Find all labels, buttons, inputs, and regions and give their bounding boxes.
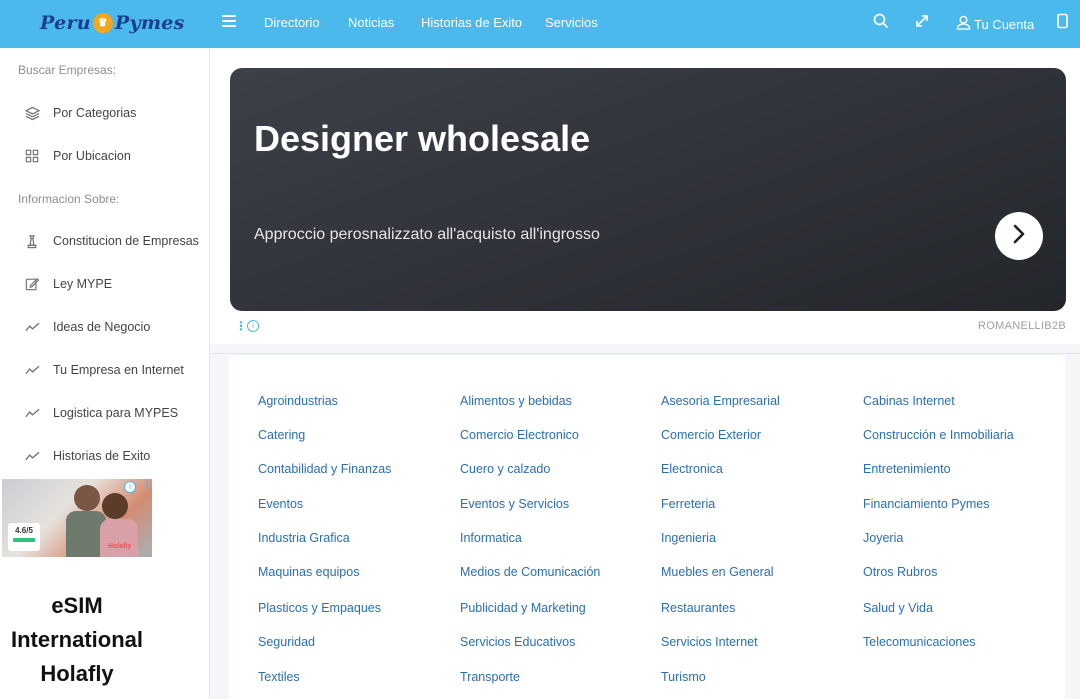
- category-link[interactable]: Informatica: [460, 531, 522, 545]
- account-label: Tu Cuenta: [974, 16, 1035, 32]
- sidebar-item-label: Constitucion de Empresas: [53, 234, 199, 248]
- ad-headline: eSIM International Holafly: [10, 593, 143, 686]
- banner-title: Designer wholesale: [254, 118, 591, 159]
- category-link[interactable]: Agroindustrias: [258, 394, 338, 408]
- sidebar-item-ideas-de-negocio[interactable]: Ideas de Negocio: [24, 317, 150, 337]
- crown-icon: ♛: [92, 13, 113, 33]
- panel-icon[interactable]: [1056, 13, 1074, 31]
- ad-options-icon[interactable]: ⋮: [142, 480, 152, 492]
- category-link[interactable]: Restaurantes: [661, 601, 735, 615]
- edit-icon: [24, 276, 40, 292]
- sidebar-item-label: Por Categorias: [53, 106, 137, 120]
- category-link[interactable]: Catering: [258, 428, 305, 442]
- category-link[interactable]: Alimentos y bebidas: [460, 394, 572, 408]
- category-link[interactable]: Otros Rubros: [863, 565, 937, 579]
- category-link[interactable]: Industria Grafica: [258, 531, 350, 545]
- chevron-right-icon: [1012, 224, 1026, 249]
- logo-text-left: Peru: [40, 12, 91, 34]
- category-link[interactable]: Entretenimiento: [863, 462, 951, 476]
- sidebar-item-label: Ideas de Negocio: [53, 320, 151, 334]
- sidebar-item-label: Ley MYPE: [53, 277, 113, 291]
- sidebar-item-ley-mype[interactable]: Ley MYPE: [24, 274, 112, 294]
- category-link[interactable]: Construcción e Inmobiliaria: [863, 428, 1014, 442]
- category-link[interactable]: Contabilidad y Finanzas: [258, 462, 391, 476]
- sidebar-heading-search: Buscar Empresas:: [18, 63, 117, 77]
- category-link[interactable]: Cabinas Internet: [863, 394, 955, 408]
- expand-icon[interactable]: [914, 13, 932, 31]
- rating-badge: 4.6/5: [8, 523, 40, 551]
- sidebar-item-logistica[interactable]: Logistica para MYPES: [24, 403, 178, 423]
- logo-text-right: Pymes: [114, 12, 185, 34]
- nav-historias-de-exito[interactable]: Historias de Exito: [421, 15, 522, 30]
- sidebar-ad[interactable]: 4.6/5 Holafly i ⋮ eSIM International Hol…: [2, 479, 152, 699]
- chess-icon: [24, 233, 40, 249]
- banner-ad-container: Designer wholesale Approccio perosnalizz…: [210, 48, 1080, 344]
- category-link[interactable]: Ferreteria: [661, 497, 715, 511]
- category-link[interactable]: Financiamiento Pymes: [863, 497, 989, 511]
- top-navbar: Peru ♛ Pymes Directorio Noticias Histori…: [0, 0, 1080, 48]
- category-link[interactable]: Telecomunicaciones: [863, 635, 976, 649]
- search-icon[interactable]: [873, 13, 891, 31]
- trend-icon: [24, 362, 40, 378]
- category-link[interactable]: Eventos: [258, 497, 303, 511]
- sidebar-heading-info: Informacion Sobre:: [18, 192, 120, 206]
- category-link[interactable]: Joyeria: [863, 531, 903, 545]
- sidebar-item-constitucion[interactable]: Constitucion de Empresas: [24, 231, 199, 251]
- sidebar-item-por-categorias[interactable]: Por Categorias: [24, 103, 136, 123]
- category-link[interactable]: Servicios Internet: [661, 635, 758, 649]
- category-link[interactable]: Ingenieria: [661, 531, 716, 545]
- ad-info-icon[interactable]: i: [247, 320, 259, 332]
- nav-servicios[interactable]: Servicios: [545, 15, 598, 30]
- sidebar-item-tu-empresa-en-internet[interactable]: Tu Empresa en Internet: [24, 360, 184, 380]
- layers-icon: [24, 105, 40, 121]
- category-link[interactable]: Servicios Educativos: [460, 635, 575, 649]
- grid-icon: [24, 148, 40, 164]
- category-link[interactable]: Medios de Comunicación: [460, 565, 600, 579]
- ad-info-icon[interactable]: i: [124, 481, 136, 493]
- category-link[interactable]: Publicidad y Marketing: [460, 601, 586, 615]
- sidebar-item-por-ubicacion[interactable]: Por Ubicacion: [24, 146, 131, 166]
- category-link[interactable]: Comercio Exterior: [661, 428, 761, 442]
- user-icon: [956, 15, 971, 33]
- sidebar-item-label: Logistica para MYPES: [53, 406, 179, 420]
- account-link[interactable]: Tu Cuenta: [956, 15, 1034, 33]
- category-link[interactable]: Textiles: [258, 670, 300, 684]
- banner-ad[interactable]: Designer wholesale Approccio perosnalizz…: [230, 68, 1066, 311]
- category-link[interactable]: Eventos y Servicios: [460, 497, 569, 511]
- category-link[interactable]: Plasticos y Empaques: [258, 601, 381, 615]
- trend-icon: [24, 319, 40, 335]
- menu-icon[interactable]: [222, 15, 236, 29]
- category-link[interactable]: Turismo: [661, 670, 706, 684]
- ad-options-icon[interactable]: ⋮: [235, 319, 247, 333]
- category-link[interactable]: Cuero y calzado: [460, 462, 550, 476]
- section-divider: [210, 353, 1080, 354]
- trend-icon: [24, 405, 40, 421]
- category-link[interactable]: Muebles en General: [661, 565, 774, 579]
- category-link[interactable]: Seguridad: [258, 635, 315, 649]
- category-link[interactable]: Electronica: [661, 462, 723, 476]
- sidebar-item-label: Tu Empresa en Internet: [53, 363, 184, 377]
- banner-subtitle: Approccio perosnalizzato all'acquisto al…: [254, 226, 600, 243]
- trend-icon: [24, 448, 40, 464]
- nav-directorio[interactable]: Directorio: [264, 15, 320, 30]
- sidebar-item-label: Por Ubicacion: [53, 149, 131, 163]
- banner-next-button[interactable]: [995, 212, 1043, 260]
- category-link[interactable]: Comercio Electronico: [460, 428, 579, 442]
- ad-brand-tag: Holafly: [108, 543, 132, 550]
- category-link[interactable]: Maquinas equipos: [258, 565, 359, 579]
- nav-noticias[interactable]: Noticias: [348, 15, 394, 30]
- sidebar-item-label: Historias de Exito: [53, 449, 151, 463]
- category-link[interactable]: Salud y Vida: [863, 601, 933, 615]
- sidebar-item-historias-de-exito[interactable]: Historias de Exito: [24, 446, 150, 466]
- site-logo[interactable]: Peru ♛ Pymes: [40, 10, 185, 36]
- category-link[interactable]: Transporte: [460, 670, 520, 684]
- category-link[interactable]: Asesoria Empresarial: [661, 394, 780, 408]
- ad-advertiser-label: ROMANELLIB2B: [978, 320, 1066, 332]
